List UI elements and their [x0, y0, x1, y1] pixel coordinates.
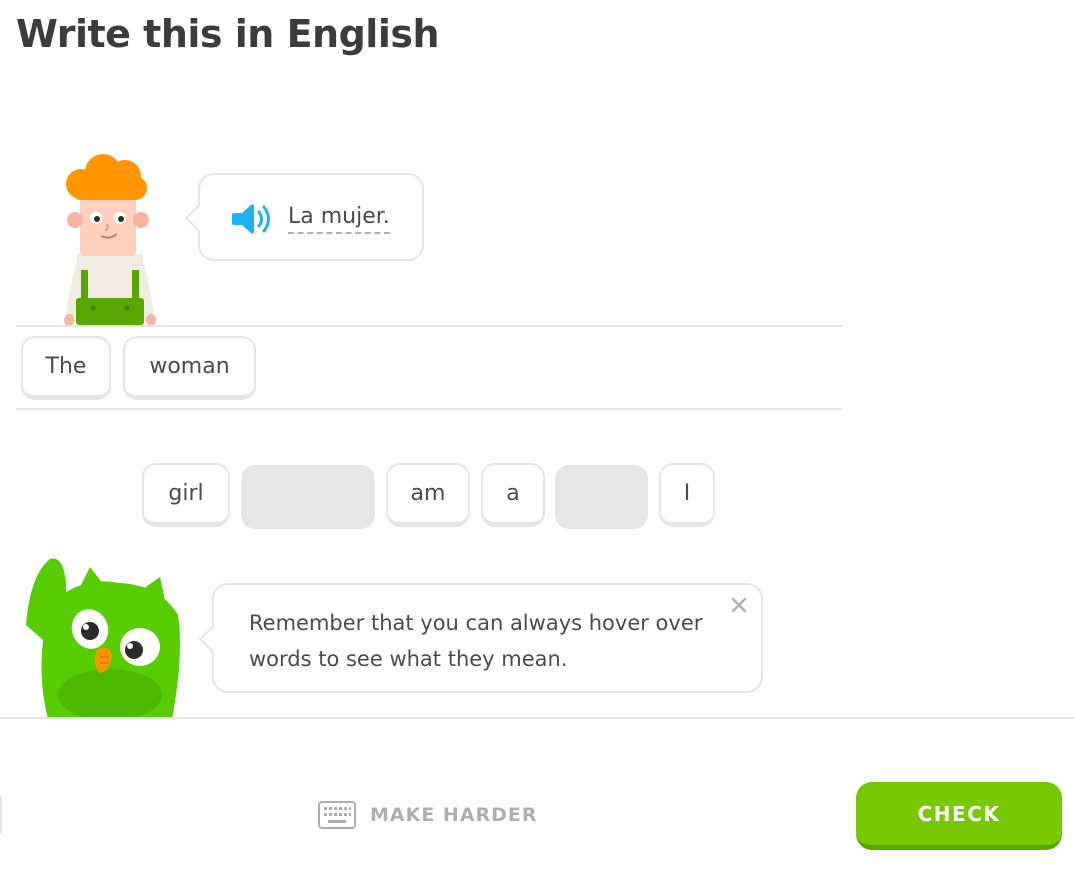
word-bank-chip[interactable]: girl	[142, 463, 230, 527]
footer-divider	[0, 717, 1074, 719]
word-bank-chip[interactable]: I	[659, 463, 715, 527]
keyboard-icon	[318, 801, 356, 829]
prompt-sentence[interactable]: La mujer.	[288, 205, 390, 234]
word-bank-chip[interactable]: am	[386, 463, 470, 527]
make-harder-button[interactable]: MAKE HARDER	[318, 800, 538, 830]
word-bank-empty-slot	[241, 465, 375, 529]
word-bank-empty-slot	[555, 465, 648, 529]
close-icon[interactable]	[731, 597, 747, 613]
prompt-speech-bubble: La mujer.	[198, 173, 424, 261]
answer-line-bottom	[16, 408, 842, 410]
page-title: Write this in English	[16, 12, 440, 56]
word-bank-chip[interactable]: a	[481, 463, 545, 527]
skip-button-edge[interactable]	[0, 795, 2, 835]
tip-text: Remember that you can always hover over …	[249, 611, 703, 671]
speaker-icon[interactable]	[232, 202, 274, 236]
answer-word-chip[interactable]: woman	[123, 336, 256, 400]
check-button[interactable]: CHECK	[856, 782, 1062, 850]
eddy-character-illustration	[64, 154, 156, 326]
make-harder-label: MAKE HARDER	[370, 804, 538, 826]
tip-speech-bubble: Remember that you can always hover over …	[212, 583, 763, 693]
duo-owl-illustration	[26, 558, 180, 719]
answer-word-chip[interactable]: The	[21, 336, 111, 400]
answer-line-top	[16, 325, 842, 327]
